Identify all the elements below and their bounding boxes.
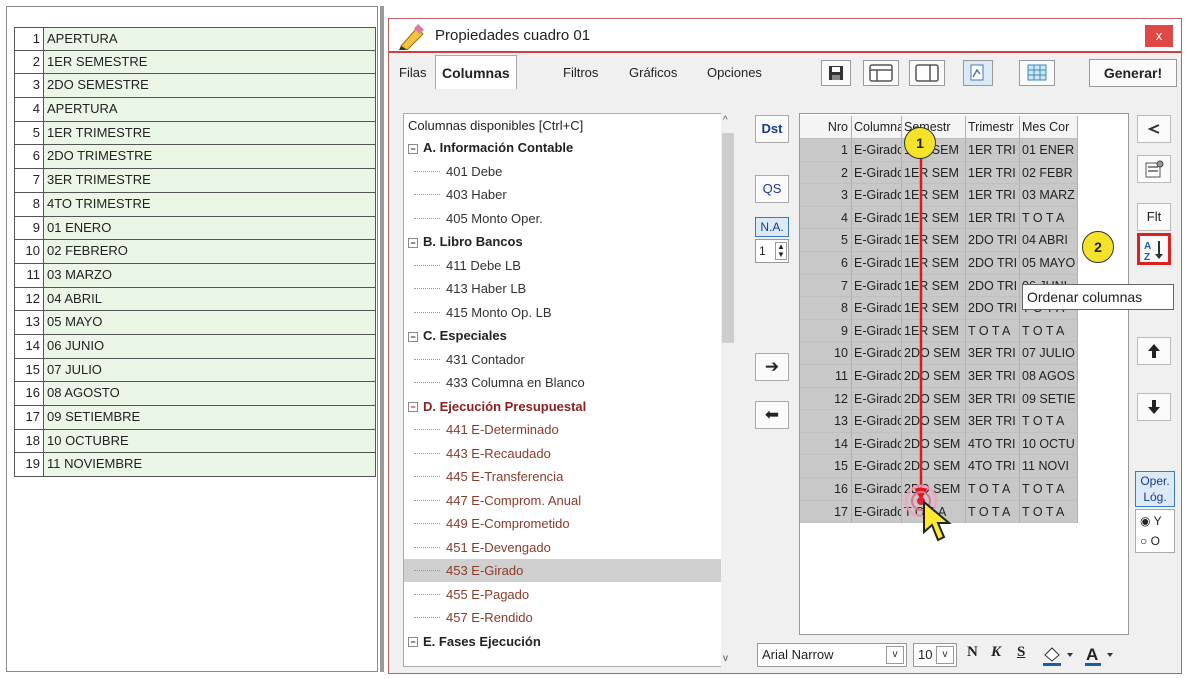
- tooltip: Ordenar columnas: [1022, 284, 1174, 310]
- annotation-overlay: [904, 156, 938, 518]
- mouse-cursor-icon: [922, 499, 956, 544]
- step-marker-1: 1: [904, 127, 936, 159]
- step-marker-2: 2: [1082, 231, 1114, 263]
